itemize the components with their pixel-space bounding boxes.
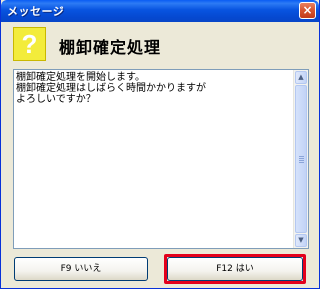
scroll-thumb[interactable] (295, 85, 307, 233)
no-button[interactable]: F9 いいえ (14, 257, 148, 281)
grip-line (299, 160, 304, 161)
title-bar[interactable]: メッセージ × (1, 0, 319, 22)
close-icon: × (302, 3, 313, 17)
dialog-heading: 棚卸確定処理 (59, 38, 162, 57)
message-textarea[interactable]: 棚卸確定処理を開始します。 棚卸確定処理はしばらく時間かかりますが よろしいです… (13, 69, 309, 249)
vertical-scrollbar[interactable]: ▲ ▼ (293, 70, 308, 248)
question-icon: ? (13, 27, 46, 61)
scroll-down-icon[interactable]: ▼ (295, 234, 307, 247)
message-text: 棚卸確定処理を開始します。 棚卸確定処理はしばらく時間かかりますが よろしいです… (16, 72, 206, 105)
message-dialog: メッセージ × ? 棚卸確定処理 棚卸確定処理を開始します。 棚卸確定処理はしば… (0, 0, 320, 289)
window-title: メッセージ (7, 5, 65, 18)
grip-line (299, 156, 304, 157)
dialog-header: ? 棚卸確定処理 (1, 22, 319, 66)
yes-button[interactable]: F12 はい (167, 257, 303, 281)
scroll-up-icon[interactable]: ▲ (295, 71, 307, 84)
grip-line (299, 158, 304, 159)
close-button[interactable]: × (299, 2, 316, 19)
grip-line (299, 162, 304, 163)
